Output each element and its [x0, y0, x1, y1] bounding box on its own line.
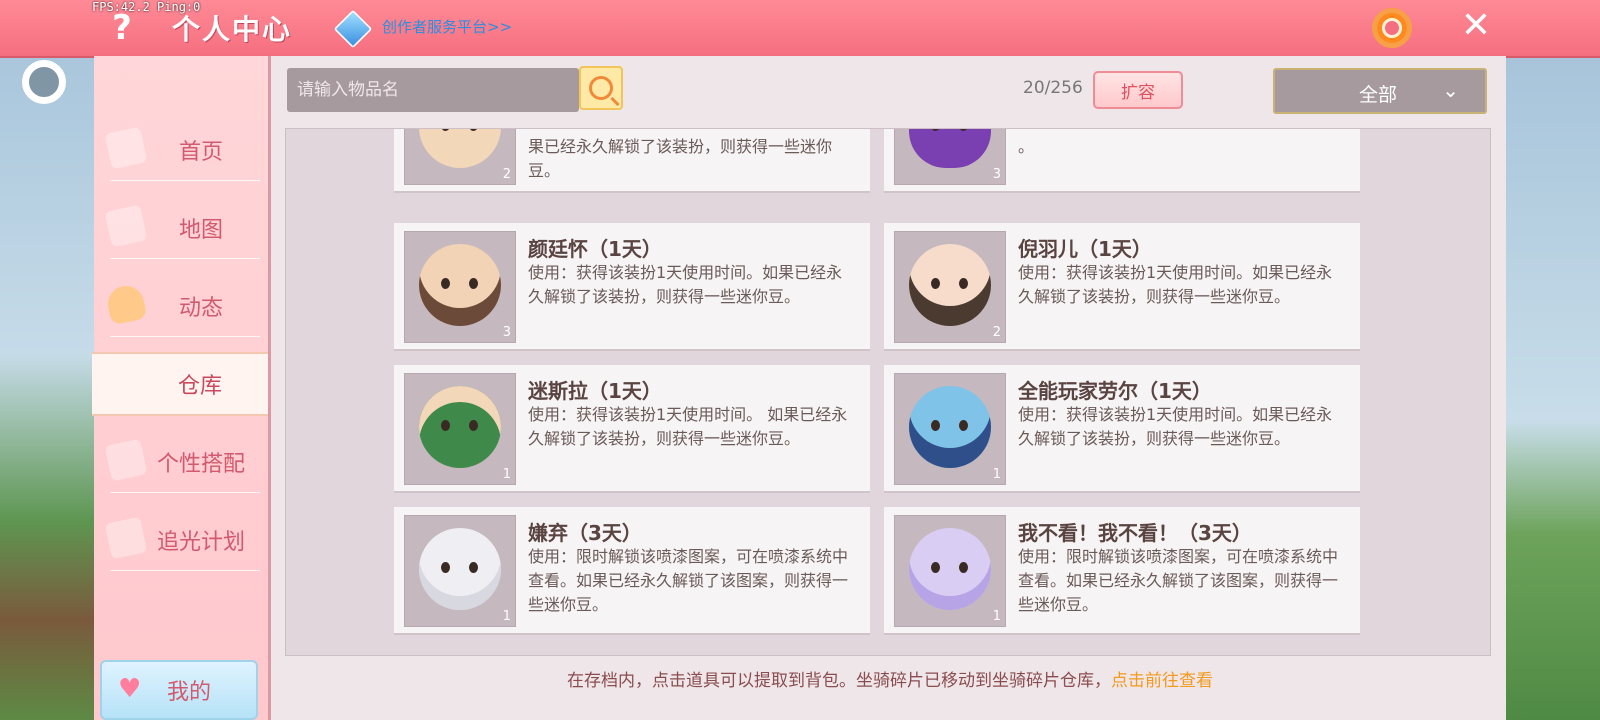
- search-box: [287, 68, 579, 112]
- item-thumbnail: 3: [404, 231, 516, 343]
- close-icon[interactable]: ✕: [1456, 6, 1496, 46]
- item-quantity: 2: [502, 167, 511, 182]
- sidebar-item-label: 地图: [178, 218, 223, 243]
- item-quantity: 3: [502, 325, 511, 340]
- item-thumbnail: 1: [894, 373, 1006, 485]
- gear-icon[interactable]: [1372, 8, 1412, 48]
- item-title: 迷斯拉（1天）: [528, 379, 662, 403]
- mystery-bag-icon: [909, 129, 991, 168]
- sidebar-item-label: 个性搭配: [156, 452, 245, 477]
- item-title: 颜廷怀（1天）: [528, 237, 662, 261]
- sidebar-item-label: 动态: [178, 296, 223, 321]
- creator-platform-link[interactable]: 创作者服务平台>>: [382, 16, 512, 37]
- character-avatar-icon: [419, 244, 501, 326]
- item-grid[interactable]: 2 果已经永久解锁了该装扮，则获得一些迷你豆。 3 。 3 颜廷怀（1天） 使用…: [285, 128, 1491, 656]
- background-scenery-right: [1504, 56, 1600, 720]
- item-card[interactable]: 3 颜廷怀（1天） 使用：获得该装扮1天使用时间。如果已经永久解锁了该装扮，则获…: [394, 223, 870, 351]
- cube-icon[interactable]: [333, 9, 373, 49]
- my-button[interactable]: ♥ 我的: [100, 660, 258, 720]
- warehouse-panel: 20/256 扩容 全部 ⌄ 2 果已经永久解锁了该装扮，则获得一些迷你豆。 3…: [268, 56, 1506, 720]
- sidebar: 首页 地图 动态 仓库 个性搭配 追光计划 ♥ 我的: [92, 56, 268, 720]
- item-description: 使用：获得该装扮1天使用时间。如果已经永久解锁了该装扮，则获得一些迷你豆。: [1018, 263, 1333, 306]
- item-description: 。: [1018, 137, 1035, 156]
- character-avatar-icon: [419, 386, 501, 468]
- help-icon[interactable]: ?: [104, 10, 140, 46]
- filter-value: 全部: [1359, 84, 1398, 106]
- sidebar-item-home[interactable]: 首页: [94, 118, 268, 182]
- item-title: 倪羽儿（1天）: [1018, 237, 1152, 261]
- item-quantity: 1: [992, 467, 1001, 482]
- item-thumbnail: 3: [894, 129, 1006, 185]
- item-quantity: 1: [502, 609, 511, 624]
- footer-tip-text: 在存档内，点击道具可以提取到背包。坐骑碎片已移动到坐骑碎片仓库，: [567, 671, 1111, 691]
- fps-ping-readout: FPS:42.2 Ping:0: [92, 0, 201, 14]
- capacity-count: 20/256: [1023, 78, 1083, 98]
- item-description: 果已经永久解锁了该装扮，则获得一些迷你豆。: [528, 137, 833, 180]
- item-card[interactable]: 3 。: [884, 129, 1360, 193]
- item-quantity: 2: [992, 325, 1001, 340]
- item-description: 使用：获得该装扮1天使用时间。如果已经永久解锁了该装扮，则获得一些迷你豆。: [528, 263, 843, 306]
- item-thumbnail: 1: [404, 373, 516, 485]
- background-scenery-left: [0, 56, 94, 720]
- character-avatar-icon: [909, 386, 991, 468]
- item-thumbnail: 1: [894, 515, 1006, 627]
- sidebar-item-label: 仓库: [177, 374, 222, 399]
- item-thumbnail: 2: [894, 231, 1006, 343]
- spray-sticker-icon: [419, 528, 501, 610]
- item-quantity: 3: [992, 167, 1001, 182]
- expand-capacity-button[interactable]: 扩容: [1093, 71, 1183, 109]
- record-icon[interactable]: [22, 60, 66, 104]
- item-quantity: 1: [992, 609, 1001, 624]
- item-card[interactable]: 1 嫌弃（3天） 使用：限时解锁该喷漆图案，可在喷漆系统中查看。如果已经永久解锁…: [394, 507, 870, 635]
- search-button[interactable]: [579, 66, 623, 110]
- mount-fragment-link[interactable]: 点击前往查看: [1111, 671, 1213, 691]
- footer-tip: 在存档内，点击道具可以提取到背包。坐骑碎片已移动到坐骑碎片仓库，点击前往查看: [271, 666, 1509, 691]
- search-input[interactable]: [287, 68, 577, 112]
- item-card[interactable]: 2 果已经永久解锁了该装扮，则获得一些迷你豆。: [394, 129, 870, 193]
- item-description: 使用：获得该装扮1天使用时间。如果已经永久解锁了该装扮，则获得一些迷你豆。: [1018, 405, 1333, 448]
- divider: [110, 180, 260, 181]
- divider: [110, 570, 260, 571]
- item-thumbnail: 2: [404, 129, 516, 185]
- sidebar-item-style[interactable]: 个性搭配: [94, 430, 268, 494]
- divider: [110, 492, 260, 493]
- chevron-down-icon: ⌄: [1442, 78, 1459, 102]
- sidebar-item-label: 首页: [178, 140, 223, 165]
- item-thumbnail: 1: [404, 515, 516, 627]
- divider: [110, 336, 260, 337]
- page-title: 个人中心: [172, 13, 293, 46]
- item-card[interactable]: 2 倪羽儿（1天） 使用：获得该装扮1天使用时间。如果已经永久解锁了该装扮，则获…: [884, 223, 1360, 351]
- heart-icon: ♥: [118, 674, 142, 704]
- item-quantity: 1: [502, 467, 511, 482]
- item-description: 使用：限时解锁该喷漆图案，可在喷漆系统中查看。如果已经永久解锁了该图案，则获得一…: [1018, 547, 1339, 614]
- item-card[interactable]: 1 迷斯拉（1天） 使用：获得该装扮1天使用时间。 如果已经永久解锁了该装扮，则…: [394, 365, 870, 493]
- item-card[interactable]: 1 全能玩家劳尔（1天） 使用：获得该装扮1天使用时间。如果已经永久解锁了该装扮…: [884, 365, 1360, 493]
- my-button-label: 我的: [166, 680, 211, 705]
- item-description: 使用：限时解锁该喷漆图案，可在喷漆系统中查看。如果已经永久解锁了该图案，则获得一…: [528, 547, 849, 614]
- item-card[interactable]: 1 我不看！我不看！（3天） 使用：限时解锁该喷漆图案，可在喷漆系统中查看。如果…: [884, 507, 1360, 635]
- search-icon: [589, 76, 613, 100]
- sidebar-item-label: 追光计划: [156, 530, 245, 555]
- item-description: 使用：获得该装扮1天使用时间。 如果已经永久解锁了该装扮，则获得一些迷你豆。: [528, 405, 848, 448]
- sidebar-item-warehouse[interactable]: 仓库: [92, 352, 268, 416]
- item-title: 嫌弃（3天）: [528, 521, 642, 545]
- item-title: 全能玩家劳尔（1天）: [1018, 379, 1212, 403]
- item-title: 我不看！我不看！（3天）: [1018, 521, 1252, 545]
- sidebar-item-feed[interactable]: 动态: [94, 274, 268, 338]
- character-avatar-icon: [419, 129, 501, 168]
- header-bar: ? 个人中心 创作者服务平台>> ✕: [0, 0, 1600, 58]
- spray-sticker-icon: [909, 528, 991, 610]
- sidebar-item-map[interactable]: 地图: [94, 196, 268, 260]
- character-avatar-icon: [909, 244, 991, 326]
- sidebar-item-chase-light[interactable]: 追光计划: [94, 508, 268, 572]
- divider: [110, 258, 260, 259]
- category-filter-dropdown[interactable]: 全部 ⌄: [1273, 68, 1487, 114]
